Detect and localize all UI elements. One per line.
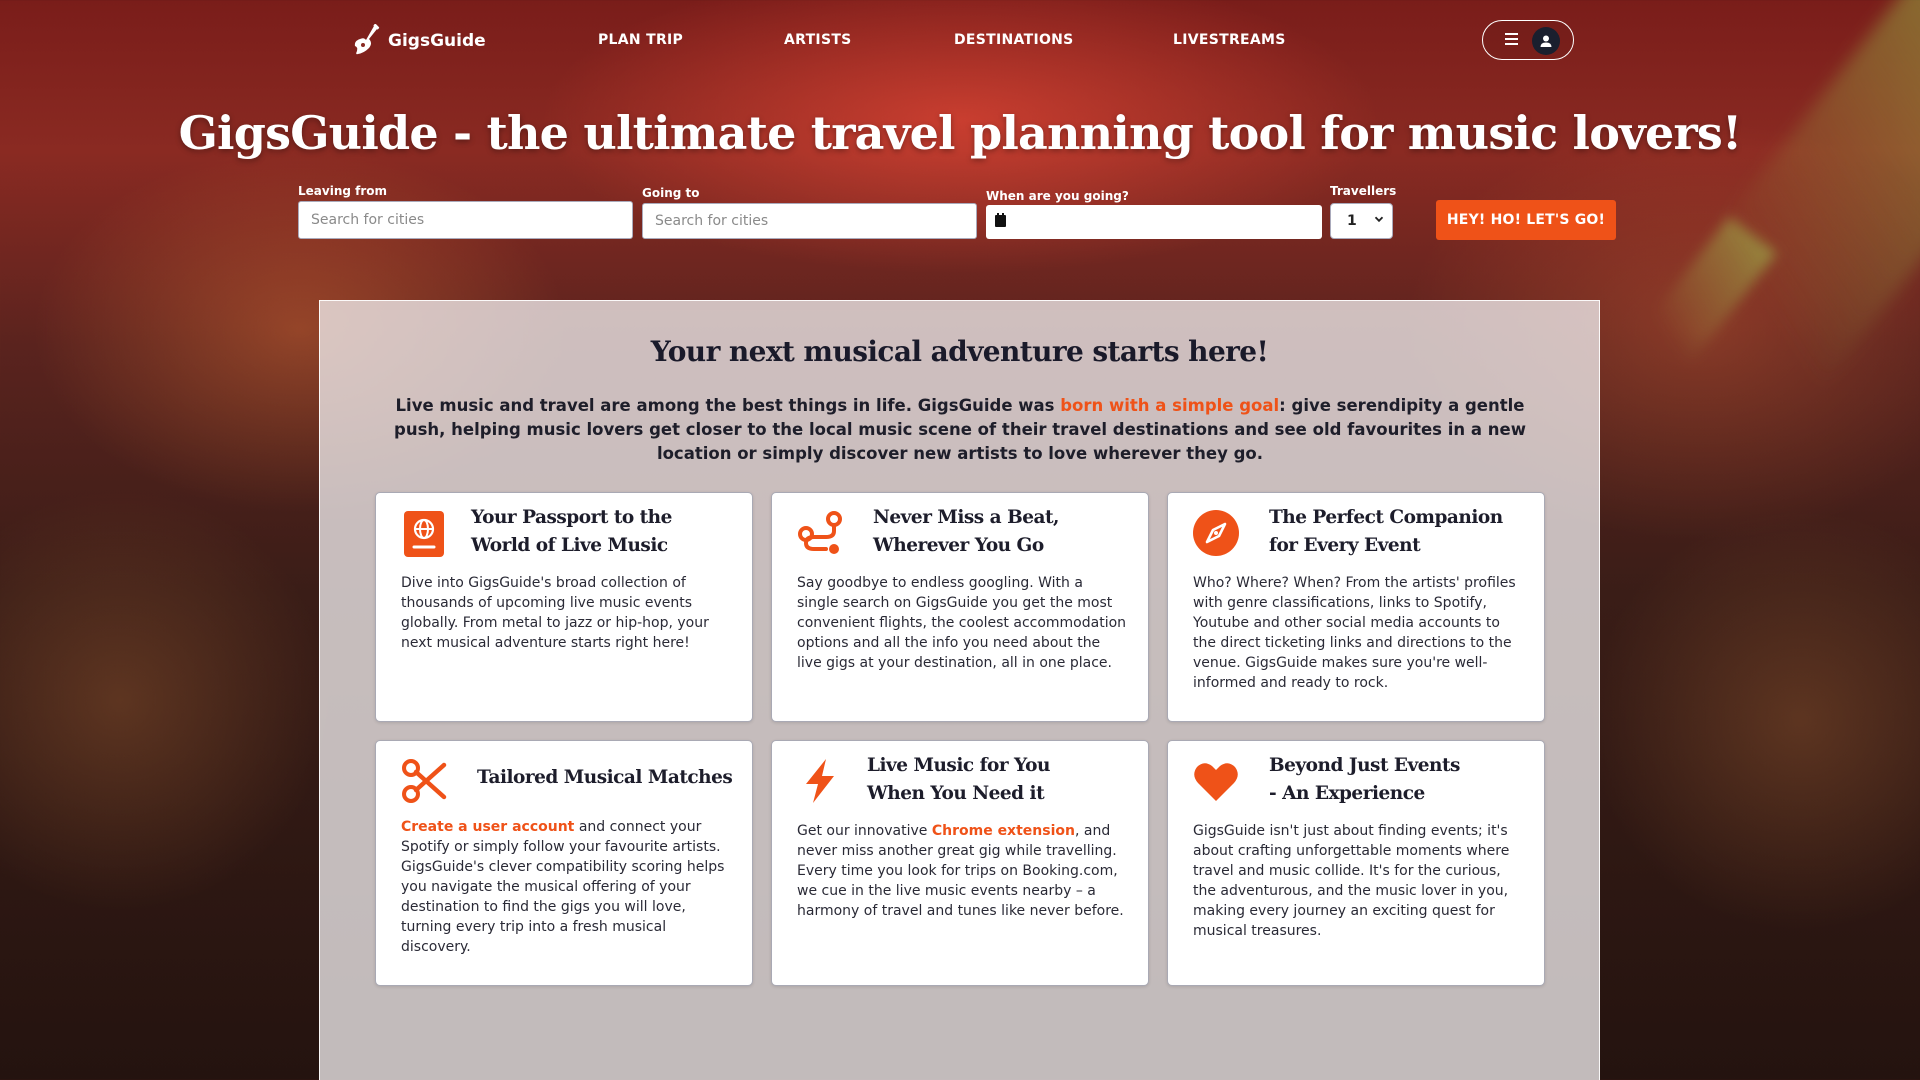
feature-card: Beyond Just Events - An Experience GigsGu… (1167, 740, 1545, 986)
top-navigation: GigsGuide PLAN TRIP ARTISTS DESTINATIONS… (0, 0, 1920, 82)
card-title: Beyond Just Events - An Experience (1269, 752, 1460, 808)
nav-plan-trip[interactable]: PLAN TRIP (598, 32, 683, 48)
card-title-line: World of Live Music (471, 535, 668, 556)
calendar-icon (995, 213, 1006, 227)
card-title: Never Miss a Beat, Wherever You Go (873, 504, 1059, 560)
card-body: Get our innovative Chrome extension, and… (797, 821, 1127, 921)
card-body: Create a user account and connect your S… (401, 817, 731, 957)
card-title-line: for Every Event (1269, 535, 1421, 556)
travellers-value: 1 (1347, 213, 1357, 229)
nav-destinations[interactable]: DESTINATIONS (954, 32, 1074, 48)
card-body: GigsGuide isn't just about finding event… (1193, 823, 1510, 939)
brand-name: GigsGuide (388, 31, 486, 51)
compass-icon (1193, 510, 1239, 556)
bolt-icon (806, 759, 834, 803)
search-submit-button[interactable]: HEY! HO! LET'S GO! (1436, 200, 1616, 240)
intro-text: Live music and travel are among the best… (374, 394, 1546, 466)
stage-light (1643, 216, 1777, 364)
card-title-line: Your Passport to the (471, 507, 672, 528)
card-title: The Perfect Companion for Every Event (1269, 504, 1503, 560)
nav-artists[interactable]: ARTISTS (784, 32, 852, 48)
card-title-line: Beyond Just Events (1269, 755, 1460, 776)
intro-text-part: Live music and travel are among the best… (395, 396, 1061, 415)
create-account-link[interactable]: Create a user account (401, 819, 574, 835)
card-title: Live Music for You When You Need it (867, 752, 1050, 808)
travel-date-input[interactable] (986, 205, 1322, 239)
leaving-from-label: Leaving from (298, 184, 388, 198)
feature-card: Tailored Musical Matches Create a user a… (375, 740, 753, 986)
going-to-label: Going to (642, 186, 700, 200)
user-icon (1540, 35, 1552, 47)
travellers-select[interactable]: 1 (1330, 203, 1393, 239)
travel-date-label: When are you going? (986, 189, 1129, 203)
chevron-down-icon (1374, 216, 1384, 223)
hamburger-icon (1505, 33, 1518, 47)
nav-livestreams[interactable]: LIVESTREAMS (1173, 32, 1286, 48)
feature-card: Never Miss a Beat, Wherever You Go Say go… (771, 492, 1149, 722)
feature-card: Your Passport to the World of Live Music … (375, 492, 753, 722)
scissors-icon (402, 759, 447, 803)
card-title: Your Passport to the World of Live Music (471, 504, 672, 560)
card-body: Say goodbye to endless googling. With a … (797, 575, 1127, 671)
feature-card: The Perfect Companion for Every Event Who… (1167, 492, 1545, 722)
feature-card: Live Music for You When You Need it Get o… (771, 740, 1149, 986)
card-title-line: Wherever You Go (873, 535, 1044, 556)
card-title-line: When You Need it (867, 783, 1045, 804)
card-title: Tailored Musical Matches (477, 767, 733, 788)
about-section: Your next musical adventure starts here!… (319, 300, 1600, 1080)
chrome-extension-link[interactable]: Chrome extension (932, 823, 1075, 839)
simple-goal-link[interactable]: born with a simple goal (1060, 396, 1279, 415)
route-icon (798, 511, 842, 554)
avatar (1532, 27, 1560, 55)
card-body-text: Get our innovative (797, 823, 932, 839)
brand-logo[interactable]: GigsGuide (352, 24, 486, 58)
card-title-line: Never Miss a Beat, (873, 507, 1059, 528)
card-title-line: The Perfect Companion (1269, 507, 1503, 528)
passport-icon (404, 511, 444, 557)
page-title: GigsGuide - the ultimate travel planning… (178, 106, 1743, 160)
card-body: Dive into GigsGuide's broad collection o… (401, 575, 709, 651)
travellers-label: Travellers (1330, 184, 1397, 198)
card-body: Who? Where? When? From the artists' prof… (1193, 575, 1516, 691)
going-to-input[interactable] (642, 203, 977, 239)
card-body-text: and connect your Spotify or simply follo… (401, 819, 725, 955)
leaving-from-input[interactable] (298, 201, 633, 239)
card-title-line: Live Music for You (867, 755, 1050, 776)
user-menu-button[interactable] (1482, 20, 1574, 60)
card-title-line: - An Experience (1269, 783, 1425, 804)
section-heading: Your next musical adventure starts here! (650, 335, 1269, 368)
guitar-logo-icon (354, 24, 380, 55)
heart-icon (1194, 763, 1238, 801)
